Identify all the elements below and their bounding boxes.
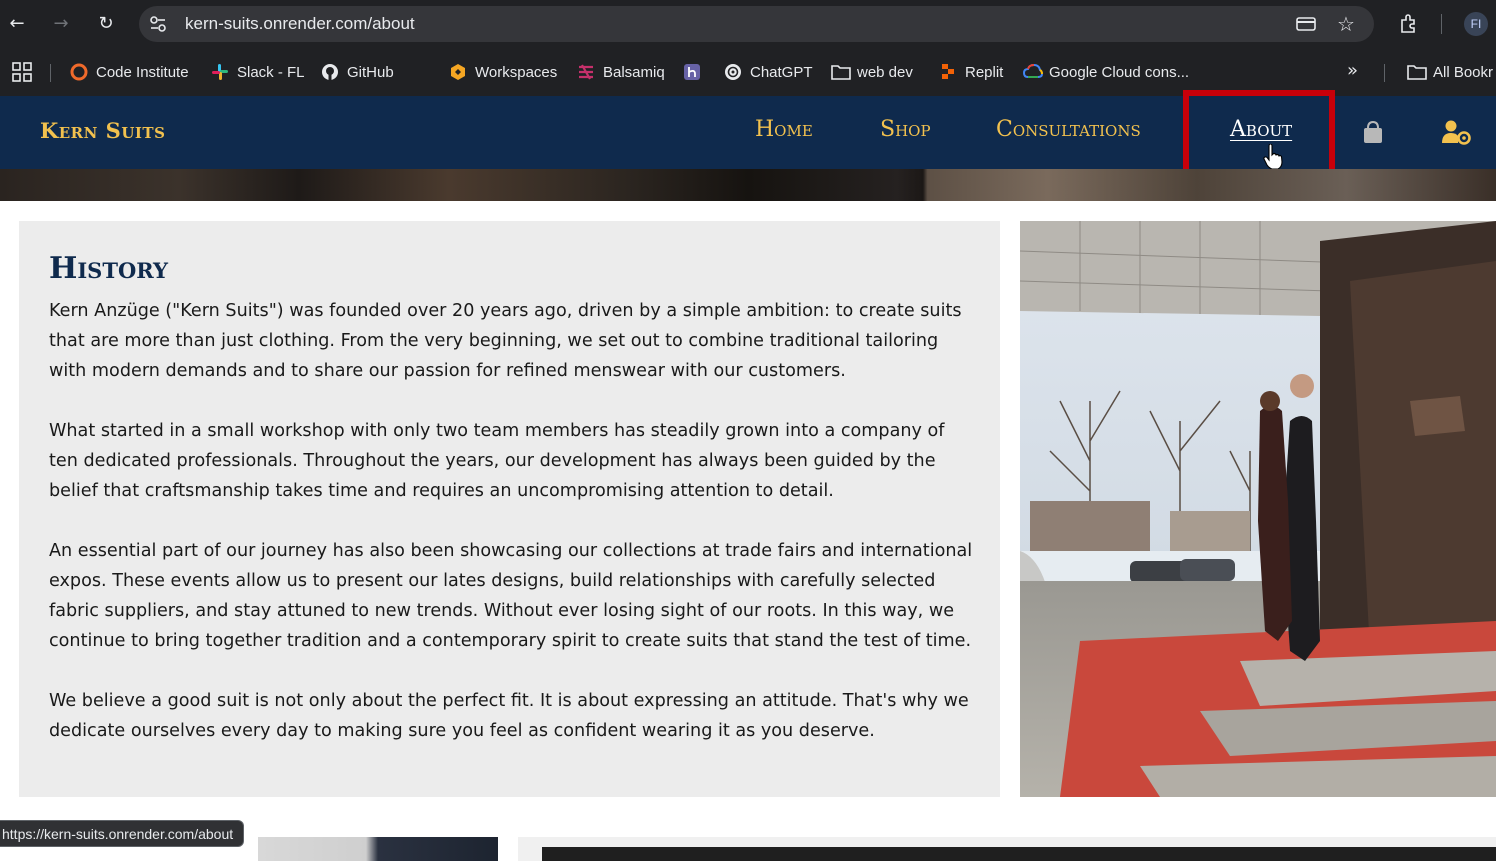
bookmark-replit[interactable]: Replit (939, 60, 1003, 84)
nav-consultations[interactable]: Consultations (996, 117, 1141, 142)
bookmark-code-institute[interactable]: Code Institute (70, 60, 189, 84)
bookmark-label: GitHub (347, 63, 394, 81)
profile-avatar[interactable]: FI (1464, 12, 1488, 36)
address-bar[interactable]: kern-suits.onrender.com/about ☆ (139, 6, 1374, 42)
url-text[interactable]: kern-suits.onrender.com/about (185, 14, 415, 34)
bookmark-label: web dev (857, 63, 913, 81)
browser-toolbar: ← → ↻ kern-suits.onrender.com/about ☆ FI (0, 0, 1496, 48)
bookmark-google-cloud[interactable]: Google Cloud cons... (1022, 60, 1190, 84)
bookmark-slack[interactable]: Slack - FL (211, 60, 305, 84)
history-paragraph: Kern Anzüge ("Kern Suits") was founded o… (49, 301, 962, 381)
replit-icon (939, 63, 957, 81)
slack-icon (211, 63, 229, 81)
couple-entering-building-photo (1020, 221, 1496, 797)
chatgpt-icon (724, 63, 742, 81)
history-paragraph: An essential part of our journey has als… (49, 541, 973, 651)
bookmark-workspaces[interactable]: Workspaces (449, 60, 557, 84)
bookmark-label: Replit (965, 63, 1004, 81)
bookmark-label: ChatGPT (750, 63, 813, 81)
user-cog-icon[interactable] (1441, 119, 1471, 145)
link-status-bar: https://kern-suits.onrender.com/about (0, 820, 245, 847)
card-icon[interactable] (1296, 15, 1316, 33)
history-heading: History (49, 251, 169, 286)
balsamiq-icon (577, 63, 595, 81)
code-institute-icon (70, 63, 88, 81)
bookmark-label: All Bookr (1433, 63, 1494, 81)
github-icon (321, 63, 339, 81)
nav-shop[interactable]: Shop (880, 117, 931, 142)
bookmark-balsamiq[interactable]: Balsamiq (577, 60, 665, 84)
site-settings-icon[interactable] (149, 15, 167, 33)
bookmark-label: Workspaces (475, 63, 558, 81)
folder-icon (1407, 63, 1427, 81)
footer-image-strip (258, 837, 498, 861)
shopping-bag-icon[interactable] (1360, 119, 1386, 145)
bookmark-chatgpt[interactable]: ChatGPT (724, 60, 813, 84)
more-bookmarks-icon[interactable]: » (1347, 60, 1358, 81)
hand-cursor-icon (1263, 144, 1283, 170)
history-section: History Kern Anzüge ("Kern Suits") was f… (19, 221, 1000, 797)
reload-icon[interactable]: ↻ (94, 12, 118, 36)
bookmark-heroku[interactable] (683, 60, 709, 84)
bookmark-label: Google Cloud cons... (1049, 63, 1190, 81)
bookmark-web-dev[interactable]: web dev (831, 60, 913, 84)
bookmarks-bar: Code Institute Slack - FL GitHub Workspa… (0, 48, 1496, 96)
toolbar-divider (1441, 14, 1442, 34)
bookmark-label: Balsamiq (603, 63, 665, 81)
folder-icon (831, 63, 851, 81)
footer-strip (518, 837, 1496, 861)
nav-home[interactable]: Home (755, 117, 813, 142)
heroku-icon (683, 63, 701, 81)
brand-logo[interactable]: Kern Suits (40, 118, 165, 143)
bookmark-label: Code Institute (96, 63, 189, 81)
extensions-icon[interactable] (1398, 12, 1422, 36)
bookmark-all-bookmarks[interactable]: All Bookr (1407, 60, 1493, 84)
bookmarks-divider (1384, 64, 1385, 82)
forward-arrow-icon[interactable]: → (49, 12, 73, 36)
bookmark-label: Slack - FL (237, 63, 305, 81)
bookmark-star-icon[interactable]: ☆ (1336, 12, 1356, 36)
apps-grid-icon[interactable] (12, 62, 32, 82)
history-paragraph: We believe a good suit is not only about… (49, 691, 969, 741)
hero-banner-image (0, 169, 1496, 201)
bookmark-github[interactable]: GitHub (321, 60, 394, 84)
google-cloud-icon (1022, 63, 1044, 81)
history-paragraph: What started in a small workshop with on… (49, 421, 945, 501)
bookmarks-divider (50, 64, 51, 82)
back-arrow-icon[interactable]: ← (5, 12, 29, 36)
workspaces-icon (449, 63, 467, 81)
